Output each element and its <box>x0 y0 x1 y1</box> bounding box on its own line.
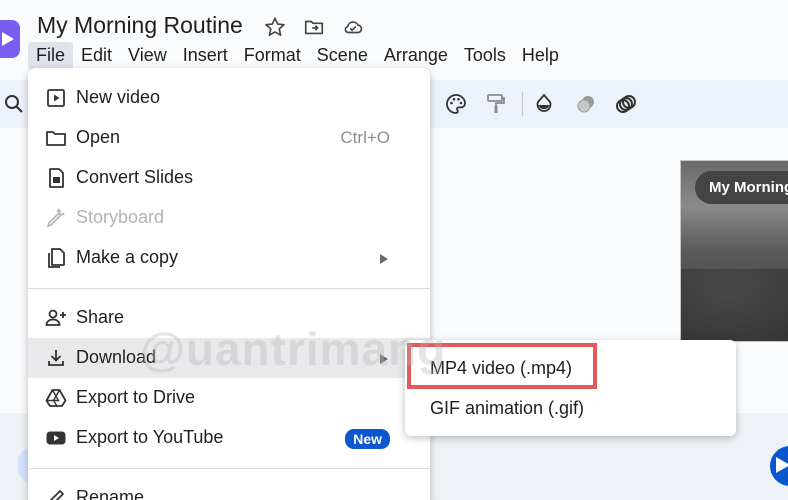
menu-view[interactable]: View <box>120 42 175 70</box>
file-menu-label: New video <box>76 87 161 107</box>
move-to-folder-icon[interactable] <box>303 16 325 38</box>
menu-scene[interactable]: Scene <box>309 42 376 70</box>
download-gif-option[interactable]: GIF animation (.gif) <box>405 380 736 420</box>
file-menu-make-a-copy[interactable]: Make a copy <box>28 238 430 278</box>
copy-icon <box>48 248 65 268</box>
preview-title-overlay: My Morning <box>695 171 788 204</box>
file-menu-label: Make a copy <box>76 247 179 267</box>
new-video-icon <box>47 89 65 107</box>
submenu-arrow-icon <box>380 354 388 364</box>
file-menu-label: Storyboard <box>76 207 165 227</box>
menu-file[interactable]: File <box>28 42 74 70</box>
file-menu-convert-slides[interactable]: Convert Slides <box>28 158 430 198</box>
play-icon <box>776 457 788 473</box>
video-preview[interactable]: My Morning <box>680 160 788 342</box>
download-option-label: GIF animation (.gif) <box>430 398 585 418</box>
menu-format[interactable]: Format <box>236 42 309 70</box>
toolbar-separator <box>522 92 523 116</box>
file-menu-download[interactable]: Download <box>28 338 430 378</box>
file-menu-label: Download <box>76 347 157 367</box>
paint-roller-icon[interactable] <box>484 92 508 116</box>
shadow-effect-icon[interactable] <box>574 92 598 116</box>
document-icon <box>49 168 64 188</box>
app-header: My Morning Routine File Edit View Insert… <box>0 0 788 78</box>
youtube-icon <box>46 431 66 445</box>
menubar: File Edit View Insert Format Scene Arran… <box>28 42 567 70</box>
menu-divider <box>28 288 430 289</box>
new-badge: New <box>345 429 390 449</box>
file-menu-label: Export to YouTube <box>76 427 224 447</box>
app-logo-icon[interactable] <box>0 20 20 58</box>
file-menu-open[interactable]: Open Ctrl+O <box>28 118 430 158</box>
drive-icon <box>45 389 67 407</box>
document-title[interactable]: My Morning Routine <box>37 12 243 39</box>
preview-image <box>681 269 788 341</box>
folder-icon <box>46 131 66 146</box>
file-menu: New video Open Ctrl+O Convert Slides Sto… <box>28 68 430 500</box>
file-menu-storyboard: Storyboard <box>28 198 430 238</box>
menu-divider <box>28 468 430 469</box>
file-menu-label: Open <box>76 127 121 147</box>
download-mp4-option[interactable]: MP4 video (.mp4) <box>405 340 736 389</box>
menu-edit[interactable]: Edit <box>73 42 120 70</box>
menu-arrange[interactable]: Arrange <box>376 42 456 70</box>
file-menu-share[interactable]: Share <box>28 298 430 338</box>
search-icon[interactable] <box>2 92 26 116</box>
storyboard-icon <box>46 208 65 228</box>
file-menu-new-video[interactable]: New video <box>28 78 430 118</box>
cloud-saved-icon[interactable] <box>342 16 364 38</box>
file-menu-label: Rename <box>76 487 145 500</box>
file-menu-label: Export to Drive <box>76 387 196 407</box>
file-menu-label: Share <box>76 307 125 327</box>
menu-tools[interactable]: Tools <box>456 42 514 70</box>
blend-icon[interactable] <box>614 92 638 116</box>
menu-help[interactable]: Help <box>514 42 567 70</box>
submenu-arrow-icon <box>380 254 388 264</box>
download-icon <box>48 350 64 366</box>
pencil-icon <box>49 490 64 500</box>
download-submenu: MP4 video (.mp4) GIF animation (.gif) <box>405 340 736 436</box>
open-shortcut: Ctrl+O <box>340 128 390 147</box>
fill-color-icon[interactable] <box>532 92 556 116</box>
share-person-icon <box>45 309 66 326</box>
file-menu-export-to-youtube[interactable]: Export to YouTube New <box>28 418 430 458</box>
file-menu-export-to-drive[interactable]: Export to Drive <box>28 378 430 418</box>
star-icon[interactable] <box>264 16 286 38</box>
file-menu-rename[interactable]: Rename <box>28 478 430 500</box>
menu-insert[interactable]: Insert <box>175 42 236 70</box>
file-menu-label: Convert Slides <box>76 167 194 187</box>
palette-icon[interactable] <box>444 92 468 116</box>
